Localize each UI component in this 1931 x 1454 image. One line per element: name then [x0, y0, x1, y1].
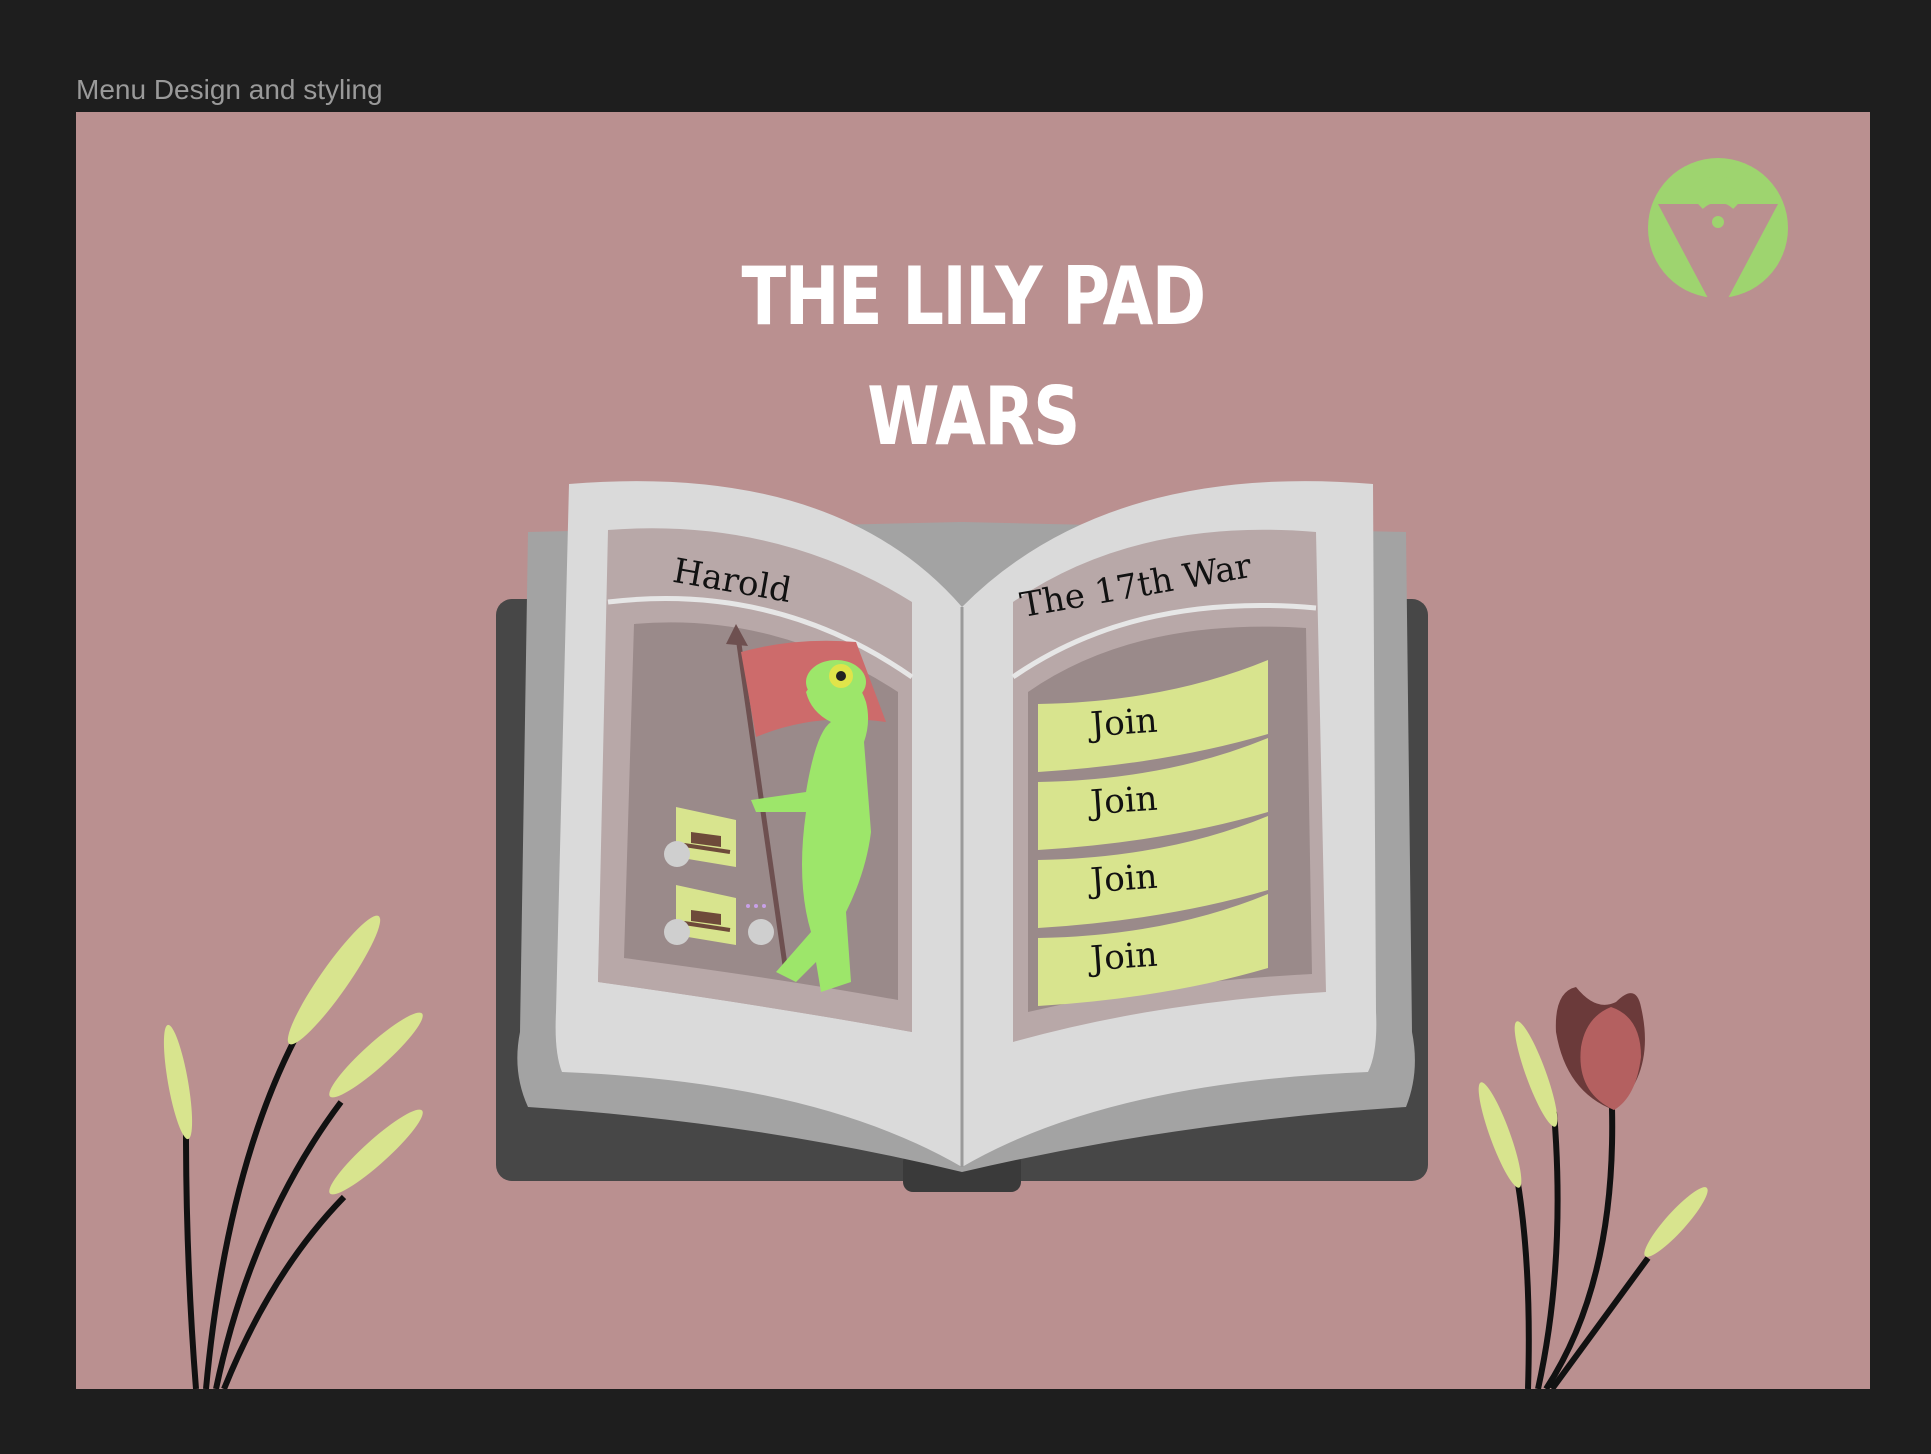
tulip-flower	[1555, 987, 1645, 1110]
join-button-label: Join	[1086, 857, 1158, 902]
game-title-line-1: THE LILY PAD	[741, 250, 1206, 343]
frame-label: Menu Design and styling	[76, 74, 383, 105]
game-title-line-2: WARS	[867, 370, 1080, 463]
join-button-list: Join Join Join Join	[1038, 660, 1268, 1006]
game-menu-canvas: Harold The 17th War JoinJoinJoinJoin	[76, 112, 1870, 1389]
join-button-label: Join	[1086, 779, 1158, 824]
reed-plant-left	[163, 915, 423, 1389]
join-button-label: Join	[1086, 701, 1158, 746]
join-button-label: Join	[1086, 935, 1158, 980]
